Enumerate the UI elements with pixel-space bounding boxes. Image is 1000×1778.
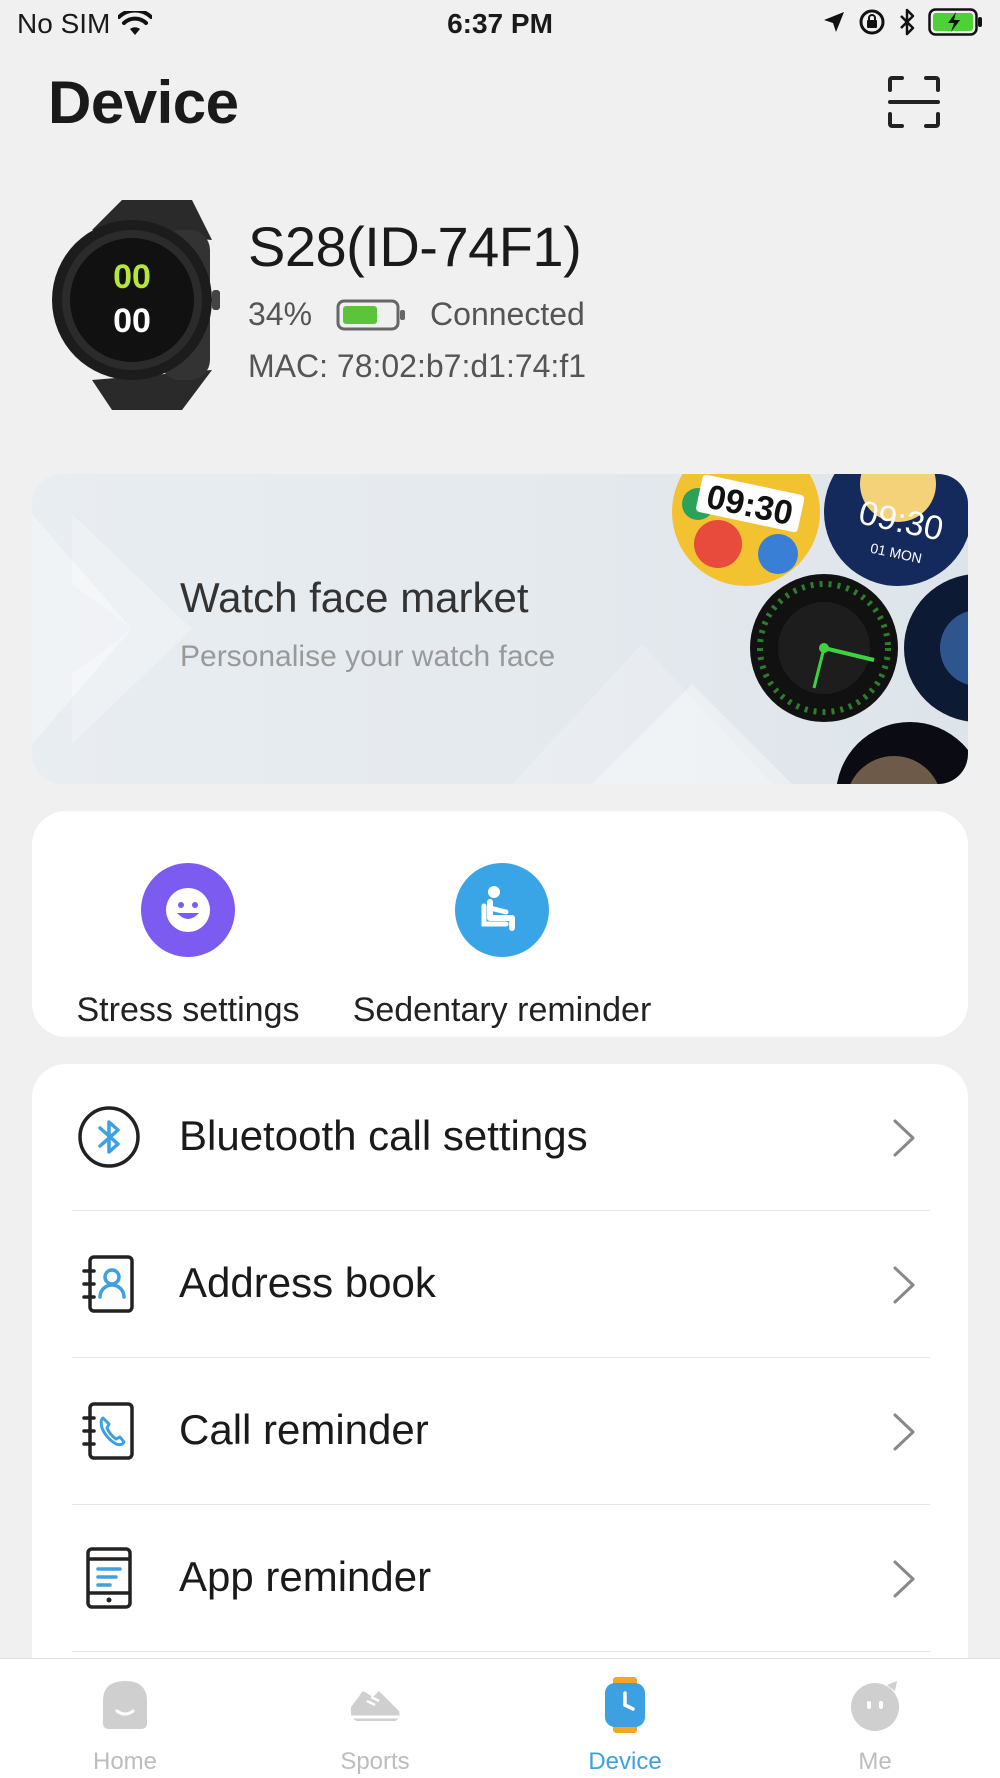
- connection-status: Connected: [430, 296, 585, 332]
- list-item-call-reminder[interactable]: Call reminder: [32, 1358, 968, 1504]
- market-title: Watch face market: [180, 574, 529, 621]
- phone-icon: [82, 1402, 134, 1460]
- status-right: [822, 8, 984, 36]
- bluetooth-icon: [78, 1106, 140, 1168]
- home-icon: [103, 1681, 147, 1729]
- stress-settings-button[interactable]: Stress settings: [58, 863, 318, 1030]
- tab-home[interactable]: Home: [65, 1677, 185, 1776]
- list-item-app-reminder[interactable]: App reminder: [32, 1505, 968, 1651]
- chevron-right-icon: [893, 1266, 915, 1304]
- device-name: S28(ID-74F1): [248, 215, 582, 278]
- device-mac: MAC: 78:02:b7:d1:74:f1: [248, 348, 586, 384]
- seated-person-icon: [455, 863, 549, 957]
- device-status: 34% Connected: [248, 296, 585, 333]
- settings-list: Bluetooth call settings Address book Cal…: [32, 1064, 968, 1684]
- smiley-icon: [141, 863, 235, 957]
- smartwatch-image: 00 00: [52, 200, 220, 410]
- sedentary-reminder-label: Sedentary reminder: [352, 991, 652, 1029]
- watch-display-top: 00: [113, 258, 151, 296]
- battery-percent: 34%: [248, 296, 313, 332]
- battery-icon: [336, 299, 406, 330]
- sedentary-reminder-button[interactable]: Sedentary reminder: [342, 863, 662, 1030]
- list-item-label: App reminder: [179, 1553, 432, 1600]
- status-bar: No SIM 6:37 PM: [0, 0, 1000, 50]
- tab-me[interactable]: Me: [815, 1677, 935, 1776]
- tab-sports[interactable]: Sports: [315, 1677, 435, 1776]
- stress-settings-label: Stress settings: [76, 991, 300, 1029]
- list-item-bluetooth-call-settings[interactable]: Bluetooth call settings: [32, 1064, 968, 1210]
- divider: [72, 1651, 930, 1652]
- list-item-label: Bluetooth call settings: [179, 1112, 588, 1159]
- location-arrow-icon: [824, 12, 844, 32]
- chevron-right-icon: [893, 1560, 915, 1598]
- watch-face-market-banner[interactable]: Watch face market Personalise your watch…: [32, 474, 968, 784]
- phone-notification-icon: [86, 1547, 132, 1609]
- rotation-lock-icon: [859, 9, 885, 35]
- list-item-label: Address book: [179, 1259, 436, 1306]
- tab-device[interactable]: Device: [565, 1677, 685, 1776]
- list-item-address-book[interactable]: Address book: [32, 1211, 968, 1357]
- chevron-right-icon: [893, 1119, 915, 1157]
- bluetooth-status-icon: [900, 8, 915, 36]
- battery-charging-icon: [928, 8, 982, 36]
- device-card[interactable]: 00 00 S28(ID-74F1) 34% Connected MAC: 78…: [52, 200, 952, 410]
- sneaker-icon: [351, 1691, 400, 1721]
- market-subtitle: Personalise your watch face: [180, 640, 556, 673]
- tab-bar: Home Sports Device Me: [0, 1658, 1000, 1778]
- tab-label: Device: [588, 1748, 662, 1775]
- watch-display-bottom: 00: [113, 302, 151, 340]
- tab-label: Sports: [340, 1748, 410, 1775]
- watch-face-previews: 09:30 09:30 01 MON: [672, 474, 968, 784]
- list-item-label: Call reminder: [179, 1406, 429, 1453]
- face-icon: [851, 1681, 899, 1731]
- page-title: Device: [48, 69, 239, 136]
- scan-icon[interactable]: [888, 76, 940, 128]
- tab-label: Home: [92, 1748, 158, 1775]
- contacts-icon: [82, 1255, 134, 1313]
- chevron-right-icon: [893, 1413, 915, 1451]
- quick-actions-card: Stress settings Sedentary reminder: [32, 811, 968, 1037]
- tab-label: Me: [858, 1748, 892, 1775]
- watch-icon: [605, 1677, 645, 1733]
